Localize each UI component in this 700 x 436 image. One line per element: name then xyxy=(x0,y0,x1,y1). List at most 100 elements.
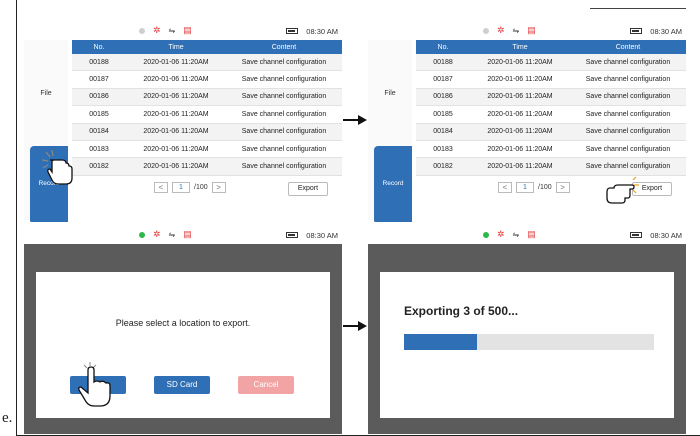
page-input[interactable]: 1 xyxy=(516,182,534,193)
arrow-right-icon xyxy=(343,115,367,125)
battery-icon xyxy=(630,28,642,34)
column-header: No. xyxy=(93,43,105,51)
record-screen-step1: ✲ ⇋ ▤ 08:30 AM File Record No. Time Conten… xyxy=(24,24,342,222)
progress-title: Exporting 3 of 500... xyxy=(404,304,519,318)
table-cell: 00183 xyxy=(89,145,109,153)
table-cell: 00188 xyxy=(433,58,453,66)
table-row[interactable]: 00184 2020-01-06 11:20AM Save channel conf… xyxy=(72,123,342,141)
corner-rule xyxy=(590,8,686,9)
status-time: 08:30 AM xyxy=(650,27,682,36)
column-header: Content xyxy=(271,43,297,51)
table-cell: Save channel configuration xyxy=(241,58,327,66)
table-cell: Save channel configuration xyxy=(241,163,327,171)
table-row[interactable]: 00188 2020-01-06 11:20AM Save channel conf… xyxy=(416,54,686,72)
column-header: No. xyxy=(437,43,449,51)
prev-page-button[interactable]: < xyxy=(154,182,168,193)
battery-icon xyxy=(630,232,642,238)
table-row[interactable]: 00187 2020-01-06 11:20AM Save channel conf… xyxy=(416,71,686,89)
record-table: No. Time Content 00188 2020-01-06 11:20AM Sav… xyxy=(416,40,686,176)
table-row[interactable]: 00182 2020-01-06 11:20AM Save channel conf… xyxy=(416,158,686,176)
table-cell: 2020-01-06 11:20AM xyxy=(487,93,553,101)
page-input[interactable]: 1 xyxy=(172,182,190,193)
table-cell: 00184 xyxy=(89,128,109,136)
table-cell: 2020-01-06 11:20AM xyxy=(143,145,209,153)
table-cell: 2020-01-06 11:20AM xyxy=(143,93,209,101)
modal-overlay: Please select a location to export. USB … xyxy=(24,244,342,434)
next-page-button[interactable]: > xyxy=(211,182,226,193)
table-row[interactable]: 00185 2020-01-06 11:20AM Save channel conf… xyxy=(72,106,342,124)
table-cell: Save channel configuration xyxy=(585,128,671,136)
page-total: /100 xyxy=(538,184,552,191)
pagination: < 1 /100 > xyxy=(154,182,226,193)
table-cell: 2020-01-06 11:20AM xyxy=(487,58,553,66)
storage-icon: ▤ xyxy=(527,229,536,239)
table-row[interactable]: 00184 2020-01-06 11:20AM Save channel conf… xyxy=(416,123,686,141)
sidebar: File Record xyxy=(24,40,68,222)
table-cell: Save channel configuration xyxy=(585,76,671,84)
sidebar-item-label: Record xyxy=(382,180,404,187)
page-total: /100 xyxy=(194,184,208,191)
table-cell: Save channel configuration xyxy=(585,163,671,171)
status-time: 08:30 AM xyxy=(306,27,338,36)
dialog-message: Please select a location to export. xyxy=(115,318,251,328)
status-bar: ✲ ⇋ ▤ 08:30 AM xyxy=(24,24,342,40)
tap-hand-icon xyxy=(606,176,639,204)
usb-icon: ⇋ xyxy=(168,229,176,239)
progress-fill xyxy=(404,334,477,350)
export-button[interactable]: Export xyxy=(288,182,328,196)
prev-page-button[interactable]: < xyxy=(498,182,512,193)
table-cell: Save channel configuration xyxy=(585,110,671,118)
table-row[interactable]: 00188 2020-01-06 11:20AM Save channel conf… xyxy=(72,54,342,72)
table-cell: 2020-01-06 11:20AM xyxy=(143,110,209,118)
status-time: 08:30 AM xyxy=(306,231,338,240)
column-header: Content xyxy=(615,43,641,51)
tap-hand-icon xyxy=(78,362,111,407)
record-screen-step2: ✲ ⇋ ▤ 08:30 AM File Record No. Time Conten… xyxy=(368,24,686,222)
tap-hand-icon xyxy=(41,149,73,185)
storage-icon: ▤ xyxy=(527,25,536,35)
export-progress-dialog: Exporting 3 of 500... xyxy=(380,272,674,418)
pagination: < 1 /100 > xyxy=(498,182,570,193)
table-row[interactable]: 00183 2020-01-06 11:20AM Save channel conf… xyxy=(416,141,686,159)
table-cell: 2020-01-06 11:20AM xyxy=(143,58,209,66)
table-row[interactable]: 00187 2020-01-06 11:20AM Save channel conf… xyxy=(72,71,342,89)
figure-label: e. xyxy=(2,410,13,426)
table-row[interactable]: 00183 2020-01-06 11:20AM Save channel conf… xyxy=(72,141,342,159)
table-cell: 00185 xyxy=(89,110,109,118)
usb-icon: ⇋ xyxy=(512,229,520,239)
table-cell: 2020-01-06 11:20AM xyxy=(487,145,553,153)
table-cell: 2020-01-06 11:20AM xyxy=(143,76,209,84)
table-cell: Save channel configuration xyxy=(241,93,327,101)
alarm-icon: ✲ xyxy=(153,229,161,239)
status-led-icon xyxy=(139,231,145,238)
progress-bar xyxy=(404,334,654,350)
sidebar-item-file[interactable]: File xyxy=(24,90,68,97)
table-cell: Save channel configuration xyxy=(585,145,671,153)
table-cell: 00183 xyxy=(433,145,453,153)
alarm-icon: ✲ xyxy=(497,229,505,239)
alarm-icon: ✲ xyxy=(153,25,161,35)
usb-icon: ⇋ xyxy=(168,25,176,35)
table-row[interactable]: 00182 2020-01-06 11:20AM Save channel conf… xyxy=(72,158,342,176)
status-time: 08:30 AM xyxy=(650,231,682,240)
sd-card-button[interactable]: SD Card xyxy=(154,376,210,394)
table-row[interactable]: 00186 2020-01-06 11:20AM Save channel conf… xyxy=(72,88,342,107)
table-cell: 00186 xyxy=(89,93,109,101)
status-bar: ✲ ⇋ ▤ 08:30 AM xyxy=(368,228,686,244)
column-header: Time xyxy=(168,43,184,51)
table-cell: 00182 xyxy=(89,163,109,171)
cancel-button[interactable]: Cancel xyxy=(238,376,294,394)
next-page-button[interactable]: > xyxy=(555,182,570,193)
table-row[interactable]: 00186 2020-01-06 11:20AM Save channel conf… xyxy=(416,88,686,107)
column-header: Time xyxy=(512,43,528,51)
usb-icon: ⇋ xyxy=(512,25,520,35)
table-row[interactable]: 00185 2020-01-06 11:20AM Save channel conf… xyxy=(416,106,686,124)
table-cell: Save channel configuration xyxy=(241,76,327,84)
record-table: No. Time Content 00188 2020-01-06 11:20AM Sav… xyxy=(72,40,342,176)
table-cell: 00186 xyxy=(433,93,453,101)
status-led-icon xyxy=(483,231,489,238)
table-cell: Save channel configuration xyxy=(241,128,327,136)
sidebar-item-file[interactable]: File xyxy=(368,90,412,97)
sidebar-item-record[interactable]: Record xyxy=(374,146,412,222)
table-cell: 00188 xyxy=(89,58,109,66)
